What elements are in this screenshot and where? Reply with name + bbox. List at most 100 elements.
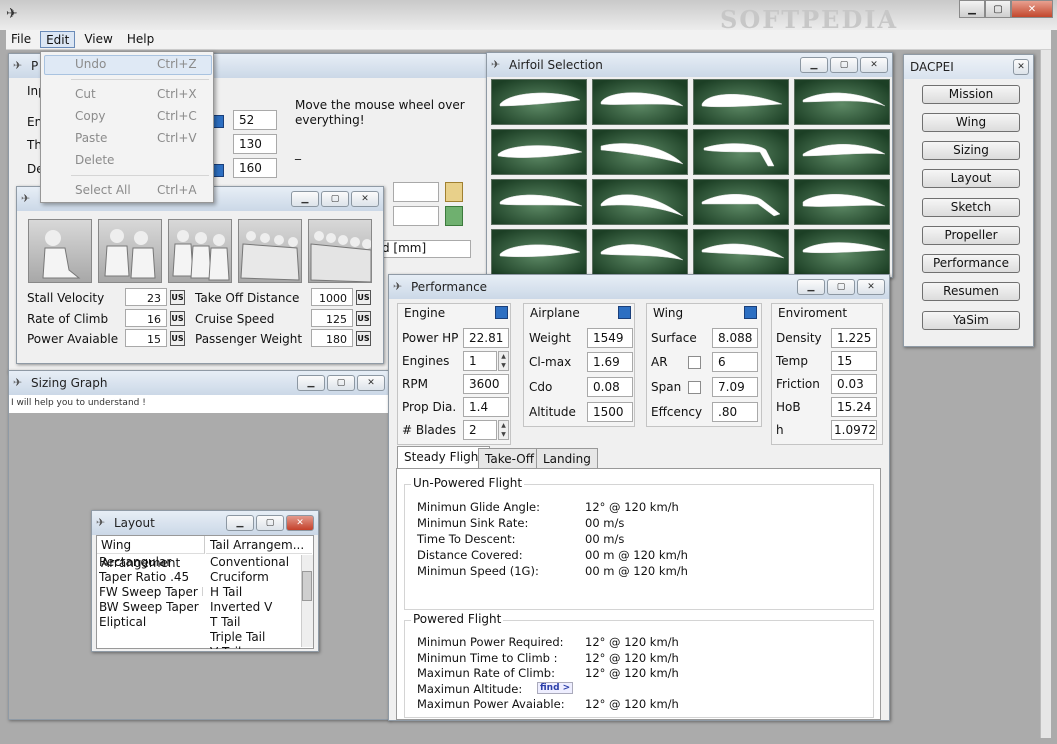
resumen-button[interactable]: Resumen bbox=[922, 282, 1020, 301]
rate-climb-field[interactable]: 16 bbox=[125, 309, 167, 327]
two-seats-image[interactable] bbox=[98, 219, 162, 283]
maximize-button[interactable]: ▢ bbox=[827, 279, 855, 295]
efficiency-field[interactable]: .80 bbox=[712, 402, 758, 422]
airfoil-thumbnail[interactable] bbox=[794, 129, 890, 175]
ar-field[interactable]: 6 bbox=[712, 352, 758, 372]
airfoil-thumbnail[interactable] bbox=[693, 179, 789, 225]
surface-field[interactable]: 8.088 bbox=[712, 328, 758, 348]
minimize-button[interactable]: ▁ bbox=[959, 0, 985, 18]
list-item[interactable]: Rectangular bbox=[99, 555, 203, 569]
mission-field-4[interactable] bbox=[393, 182, 439, 202]
us-unit-button[interactable]: US bbox=[356, 311, 371, 326]
power-field[interactable]: 15 bbox=[125, 329, 167, 347]
client-scrollbar[interactable] bbox=[1040, 50, 1051, 738]
wing-info-button[interactable] bbox=[744, 306, 757, 319]
list-item[interactable]: Triple Tail bbox=[210, 630, 300, 644]
menu-view[interactable]: View bbox=[79, 31, 117, 48]
close-button[interactable]: ✕ bbox=[857, 279, 885, 295]
pax-weight-field[interactable]: 180 bbox=[311, 329, 353, 347]
airfoil-thumbnail[interactable] bbox=[592, 179, 688, 225]
tab-take-off[interactable]: Take-Off bbox=[478, 448, 541, 469]
list-item[interactable]: H Tail bbox=[210, 585, 300, 599]
menu-item-delete[interactable]: Delete bbox=[75, 153, 215, 167]
list-item[interactable]: V Tail bbox=[210, 645, 300, 649]
hob-field[interactable]: 15.24 bbox=[831, 397, 877, 417]
menu-edit[interactable]: Edit bbox=[40, 31, 76, 48]
maximize-button[interactable]: ▢ bbox=[327, 375, 355, 391]
clmax-field[interactable]: 1.69 bbox=[587, 352, 633, 372]
blades-spinner[interactable]: ▲ ▼ bbox=[498, 420, 509, 440]
span-field[interactable]: 7.09 bbox=[712, 377, 758, 397]
menu-item-undo[interactable]: Undo Ctrl+Z bbox=[75, 57, 215, 71]
minimize-button[interactable]: ▁ bbox=[226, 515, 254, 531]
tab-landing[interactable]: Landing bbox=[536, 448, 598, 469]
menu-help[interactable]: Help bbox=[122, 31, 159, 48]
airfoil-thumbnail[interactable] bbox=[491, 229, 587, 275]
wing-arrangement-header[interactable]: Wing Arrangement bbox=[97, 536, 205, 570]
takeoff-field[interactable]: 1000 bbox=[311, 288, 353, 306]
airfoil-thumbnail[interactable] bbox=[491, 79, 587, 125]
airfoil-thumbnail[interactable] bbox=[693, 229, 789, 275]
list-scrollbar[interactable] bbox=[301, 555, 313, 647]
sizing-button[interactable]: Sizing bbox=[922, 141, 1020, 160]
airfoil-thumbnail[interactable] bbox=[491, 129, 587, 175]
menu-item-paste[interactable]: Paste Ctrl+V bbox=[75, 131, 215, 145]
five-seats-image[interactable] bbox=[308, 219, 372, 283]
lock-icon[interactable] bbox=[445, 182, 463, 202]
wing-button[interactable]: Wing bbox=[922, 113, 1020, 132]
airfoil-thumbnail[interactable] bbox=[794, 229, 890, 275]
four-seats-image[interactable] bbox=[238, 219, 302, 283]
altitude-field[interactable]: 1500 bbox=[587, 402, 633, 422]
close-button[interactable]: ✕ bbox=[357, 375, 385, 391]
prop-dia-field[interactable]: 1.4 bbox=[463, 397, 509, 417]
menu-item-cut[interactable]: Cut Ctrl+X bbox=[75, 87, 215, 101]
airfoil-thumbnail[interactable] bbox=[693, 79, 789, 125]
airfoil-thumbnail[interactable] bbox=[592, 79, 688, 125]
yasim-button[interactable]: YaSim bbox=[922, 311, 1020, 330]
engines-spinner[interactable]: ▲ ▼ bbox=[498, 351, 509, 371]
density-field[interactable]: 1.225 bbox=[831, 328, 877, 348]
list-item[interactable]: BW Sweep Taper R... bbox=[99, 600, 203, 614]
us-unit-button[interactable]: US bbox=[356, 331, 371, 346]
layout-button[interactable]: Layout bbox=[922, 169, 1020, 188]
us-unit-button[interactable]: US bbox=[170, 311, 185, 326]
us-unit-button[interactable]: US bbox=[170, 331, 185, 346]
scrollbar-thumb[interactable] bbox=[302, 571, 312, 601]
mission-field-1[interactable]: 52 bbox=[233, 110, 277, 130]
mission-button[interactable]: Mission bbox=[922, 85, 1020, 104]
friction-field[interactable]: 0.03 bbox=[831, 374, 877, 394]
list-item[interactable]: T Tail bbox=[210, 615, 300, 629]
close-button[interactable]: ✕ bbox=[1013, 59, 1029, 75]
minimize-button[interactable]: ▁ bbox=[291, 191, 319, 207]
airfoil-thumbnail[interactable] bbox=[491, 179, 587, 225]
maximize-button[interactable]: ▢ bbox=[830, 57, 858, 73]
three-seats-image[interactable] bbox=[168, 219, 232, 283]
performance-button[interactable]: Performance bbox=[922, 254, 1020, 273]
close-button[interactable]: ✕ bbox=[286, 515, 314, 531]
list-item[interactable]: Inverted V bbox=[210, 600, 300, 614]
span-checkbox[interactable] bbox=[688, 381, 701, 394]
close-button[interactable]: ✕ bbox=[860, 57, 888, 73]
minimize-button[interactable]: ▁ bbox=[800, 57, 828, 73]
engines-field[interactable]: 1 bbox=[463, 351, 497, 371]
airfoil-thumbnail[interactable] bbox=[794, 79, 890, 125]
close-button[interactable]: ✕ bbox=[1011, 0, 1053, 18]
engine-info-button[interactable] bbox=[495, 306, 508, 319]
rpm-field[interactable]: 3600 bbox=[463, 374, 509, 394]
tab-steady-flight[interactable]: Steady Flight bbox=[397, 446, 491, 468]
list-item[interactable]: Cruciform bbox=[210, 570, 300, 584]
us-unit-button[interactable]: US bbox=[356, 290, 371, 305]
minimize-button[interactable]: ▁ bbox=[297, 375, 325, 391]
minimize-button[interactable]: ▁ bbox=[797, 279, 825, 295]
airplane-info-button[interactable] bbox=[618, 306, 631, 319]
list-item[interactable]: Conventional bbox=[210, 555, 300, 569]
menu-file[interactable]: File bbox=[6, 31, 36, 48]
airfoil-thumbnail[interactable] bbox=[592, 229, 688, 275]
mission-field-3[interactable]: 160 bbox=[233, 158, 277, 178]
h-field[interactable]: 1.09728 bbox=[831, 420, 877, 440]
menu-item-copy[interactable]: Copy Ctrl+C bbox=[75, 109, 215, 123]
stall-velocity-field[interactable]: 23 bbox=[125, 288, 167, 306]
airfoil-thumbnail[interactable] bbox=[693, 129, 789, 175]
ar-checkbox[interactable] bbox=[688, 356, 701, 369]
list-item[interactable]: Eliptical bbox=[99, 615, 203, 629]
